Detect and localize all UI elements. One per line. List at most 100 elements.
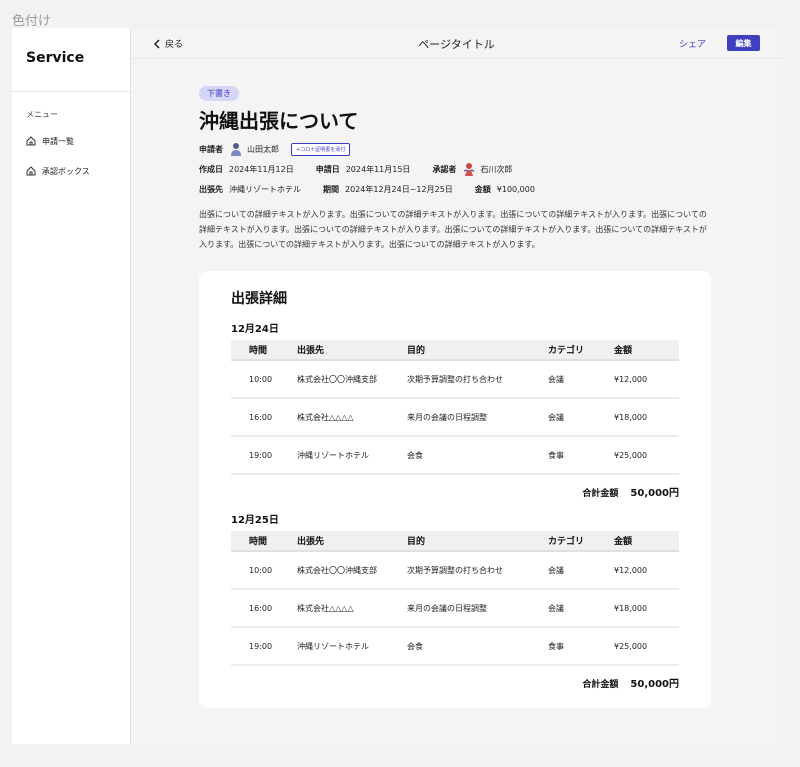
share-button[interactable]: シェア — [679, 37, 706, 50]
created-date: 2024年11月12日 — [229, 164, 294, 174]
day-section-1: 12月24日 時間 出張先 目的 カテゴリ 金額 10:00 株式会社〇〇沖縄支… — [231, 318, 679, 509]
home-icon — [26, 136, 36, 146]
day-date: 12月24日 — [231, 324, 279, 335]
edit-button[interactable]: 編集 — [727, 35, 760, 51]
destination-key: 出張先 — [199, 184, 223, 194]
cell-time: 19:00 — [231, 436, 297, 475]
table-row: 19:00 沖縄リゾートホテル 会食 食事 ¥25,000 — [231, 627, 679, 666]
amount-value: ¥100,000 — [496, 184, 535, 194]
top-bar: 戻る ページタイトル シェア 編集 — [131, 28, 782, 59]
cell-category: 会議 — [548, 551, 614, 590]
trip-row: 出張先 沖縄リゾートホテル 期間 2024年12月24日~12月25日 金額 ¥… — [199, 179, 713, 199]
cell-time: 19:00 — [231, 627, 297, 666]
cell-purpose: 会食 — [407, 627, 548, 666]
total-label: 合計金額 — [582, 680, 619, 690]
table-row: 10:00 株式会社〇〇沖縄支部 次期予算調整の打ち合わせ 会議 ¥12,000 — [231, 551, 679, 590]
cell-amount: ¥12,000 — [614, 360, 679, 399]
destination-value: 沖縄リゾートホテル — [229, 184, 301, 194]
trip-details-card: 出張詳細 12月24日 時間 出張先 目的 カテゴリ 金額 10:00 株式会社… — [199, 271, 711, 708]
created-key: 作成日 — [199, 164, 223, 174]
column-header: 時間 — [231, 340, 297, 361]
dates-row: 作成日 2024年11月12日 申請日 2024年11月15日 承認者 石川次郎 — [199, 159, 713, 179]
request-summary: 下書き 沖縄出張について 申請者 山田太郎 +コロナ証明書を添付 作成日 202… — [199, 81, 713, 252]
frame-label: 色付け — [12, 14, 52, 29]
cell-purpose: 次期予算調整の打ち合わせ — [407, 360, 548, 399]
cell-amount: ¥18,000 — [614, 589, 679, 628]
table-row: 19:00 沖縄リゾートホテル 会食 食事 ¥25,000 — [231, 436, 679, 475]
sidebar-item-requests[interactable]: 申請一覧 — [12, 126, 130, 156]
cell-purpose: 来月の会議の日程調整 — [407, 589, 548, 628]
period-key: 期間 — [323, 184, 339, 194]
request-description: 出張についての詳細テキストが入ります。出張についての詳細テキストが入ります。出張… — [199, 210, 707, 249]
cell-destination: 株式会社〇〇沖縄支部 — [297, 360, 407, 399]
approver-avatar-icon — [464, 163, 475, 176]
column-header: 目的 — [407, 531, 548, 552]
cell-time: 10:00 — [231, 360, 297, 399]
sidebar-item-approvals[interactable]: 承認ボックス — [12, 156, 130, 186]
cell-amount: ¥12,000 — [614, 551, 679, 590]
column-header: 金額 — [614, 340, 679, 361]
table-row: 16:00 株式会社△△△△ 来月の会議の日程調整 会議 ¥18,000 — [231, 589, 679, 628]
approver-name: 石川次郎 — [480, 164, 513, 174]
itinerary-table: 時間 出張先 目的 カテゴリ 金額 10:00 株式会社〇〇沖縄支部 次期予算調… — [231, 340, 679, 475]
cell-time: 10:00 — [231, 551, 297, 590]
cell-purpose: 会食 — [407, 436, 548, 475]
cell-destination: 株式会社〇〇沖縄支部 — [297, 551, 407, 590]
column-header: 時間 — [231, 531, 297, 552]
day-section-2: 12月25日 時間 出張先 目的 カテゴリ 金額 10:00 株式会社〇〇沖縄支… — [231, 509, 679, 700]
cell-time: 16:00 — [231, 398, 297, 437]
attach-certificate-button[interactable]: +コロナ証明書を添付 — [291, 142, 351, 156]
table-row: 16:00 株式会社△△△△ 来月の会議の日程調整 会議 ¥18,000 — [231, 398, 679, 437]
main-area: 戻る ページタイトル シェア 編集 下書き 沖縄出張について 申請者 山田太郎 … — [131, 28, 782, 744]
sidebar: Service メニュー 申請一覧 承認ボックス — [12, 28, 131, 744]
cell-amount: ¥25,000 — [614, 436, 679, 475]
table-header-row: 時間 出張先 目的 カテゴリ 金額 — [231, 531, 679, 552]
applicant-avatar-icon — [231, 143, 241, 156]
status-badge: 下書き — [199, 86, 239, 101]
cell-amount: ¥25,000 — [614, 627, 679, 666]
app-window: Service メニュー 申請一覧 承認ボックス 戻る ページタイトル シェア … — [12, 28, 782, 744]
cell-destination: 株式会社△△△△ — [297, 589, 407, 628]
cell-category: 食事 — [548, 627, 614, 666]
cell-category: 会議 — [548, 398, 614, 437]
day-total: 合計金額 50,000円 — [231, 475, 679, 509]
applied-key: 申請日 — [315, 164, 340, 174]
day-total: 合計金額 50,000円 — [231, 666, 679, 700]
request-title: 沖縄出張について — [199, 109, 359, 133]
table-header-row: 時間 出張先 目的 カテゴリ 金額 — [231, 340, 679, 361]
total-label: 合計金額 — [582, 489, 619, 499]
table-row: 10:00 株式会社〇〇沖縄支部 次期予算調整の打ち合わせ 会議 ¥12,000 — [231, 360, 679, 399]
menu-label: メニュー — [26, 110, 58, 119]
approver-key: 承認者 — [432, 164, 457, 174]
column-header: 出張先 — [297, 531, 407, 552]
sidebar-item-label: 申請一覧 — [42, 136, 74, 146]
sidebar-item-label: 承認ボックス — [42, 166, 90, 176]
column-header: カテゴリ — [548, 531, 614, 552]
cell-category: 会議 — [548, 360, 614, 399]
itinerary-table: 時間 出張先 目的 カテゴリ 金額 10:00 株式会社〇〇沖縄支部 次期予算調… — [231, 531, 679, 666]
cell-destination: 沖縄リゾートホテル — [297, 436, 407, 475]
cell-destination: 沖縄リゾートホテル — [297, 627, 407, 666]
period-value: 2024年12月24日~12月25日 — [345, 184, 453, 194]
column-header: 出張先 — [297, 340, 407, 361]
cell-destination: 株式会社△△△△ — [297, 398, 407, 437]
day-date: 12月25日 — [231, 515, 279, 526]
total-value: 50,000円 — [630, 488, 679, 499]
cell-amount: ¥18,000 — [614, 398, 679, 437]
applicant-key: 申請者 — [199, 144, 223, 154]
details-title: 出張詳細 — [231, 291, 287, 307]
cell-purpose: 次期予算調整の打ち合わせ — [407, 551, 548, 590]
applicant-row: 申請者 山田太郎 +コロナ証明書を添付 — [199, 139, 713, 159]
cell-time: 16:00 — [231, 589, 297, 628]
brand-logo: Service — [12, 28, 130, 92]
total-value: 50,000円 — [630, 679, 679, 690]
amount-key: 金額 — [474, 184, 491, 194]
cell-purpose: 来月の会議の日程調整 — [407, 398, 548, 437]
applicant-name: 山田太郎 — [247, 144, 279, 154]
column-header: 金額 — [614, 531, 679, 552]
applied-date: 2024年11月15日 — [345, 164, 411, 174]
column-header: カテゴリ — [548, 340, 614, 361]
column-header: 目的 — [407, 340, 548, 361]
home-icon — [26, 166, 36, 176]
cell-category: 会議 — [548, 589, 614, 628]
